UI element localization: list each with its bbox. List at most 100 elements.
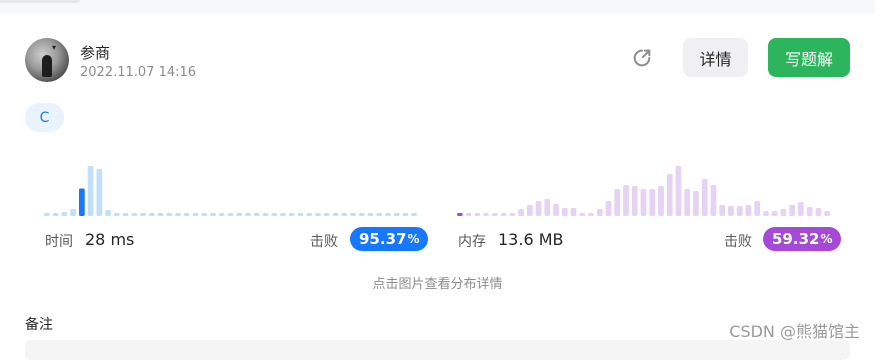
runtime-histogram-bar	[218, 213, 225, 216]
memory-histogram-bar	[509, 213, 516, 216]
runtime-histogram-bar	[376, 213, 383, 216]
notes-field[interactable]	[25, 340, 850, 360]
memory-histogram-bar	[483, 213, 489, 216]
memory-histogram-bar	[614, 189, 621, 216]
runtime-histogram-bar	[297, 213, 304, 216]
share-icon	[633, 49, 651, 67]
memory-histogram-bar	[701, 179, 708, 216]
runtime-histogram-bar	[227, 213, 234, 216]
memory-histogram-bar	[535, 201, 542, 216]
runtime-histogram-bar	[306, 213, 313, 216]
memory-histogram-bar	[500, 213, 507, 216]
runtime-beat-unit: %	[407, 232, 420, 246]
memory-histogram-bar	[693, 191, 699, 216]
memory-histogram-bar	[675, 166, 682, 216]
submission-timestamp: 2022.11.07 14:16	[80, 65, 197, 80]
watermark: CSDN @熊猫馆主	[729, 322, 860, 341]
memory-histogram-bar	[728, 206, 734, 216]
memory-histogram-bar	[526, 205, 533, 216]
memory-histogram-bar	[754, 201, 761, 216]
runtime-distribution-chart[interactable]	[44, 160, 420, 216]
runtime-beat-badge: 95.37%	[350, 227, 429, 251]
runtime-histogram-bar	[253, 213, 260, 216]
distribution-hint: 点击图片查看分布详情	[372, 277, 503, 292]
runtime-histogram-bar	[262, 213, 269, 216]
memory-histogram-bar	[824, 211, 830, 216]
memory-histogram-bar	[719, 205, 726, 216]
runtime-histogram-bar	[332, 213, 339, 216]
top-strip	[0, 0, 875, 14]
memory-histogram-bar	[771, 211, 778, 216]
memory-histogram-bar-highlighted	[457, 213, 463, 216]
language-tag[interactable]: C	[25, 103, 64, 132]
runtime-label: 时间	[45, 234, 73, 250]
avatar[interactable]: ▾	[25, 38, 69, 82]
runtime-histogram-bar	[105, 210, 111, 216]
runtime-histogram-bar	[323, 213, 330, 216]
share-button[interactable]	[628, 44, 656, 72]
top-tab-remnant	[0, 0, 80, 3]
details-button[interactable]: 详情	[683, 38, 748, 77]
runtime-histogram-bar	[280, 213, 286, 216]
runtime-histogram-bar	[148, 213, 155, 216]
runtime-histogram-bar	[166, 213, 173, 216]
runtime-histogram-bar	[367, 213, 374, 216]
write-solution-button[interactable]: 写题解	[768, 38, 850, 77]
memory-histogram-bar	[640, 189, 647, 216]
memory-histogram-bar	[561, 208, 568, 216]
memory-histogram-bar	[518, 209, 524, 216]
avatar-figure	[42, 55, 52, 77]
memory-histogram-bar	[658, 186, 664, 216]
memory-histogram-bar	[623, 185, 629, 216]
memory-histogram-bar	[596, 209, 603, 216]
runtime-beat-label: 击败	[310, 234, 338, 250]
notes-label: 备注	[25, 317, 53, 333]
runtime-histogram-bar	[315, 213, 321, 216]
memory-histogram-bar	[553, 204, 559, 216]
memory-histogram-bar	[474, 213, 481, 216]
memory-value: 13.6 MB	[498, 230, 564, 249]
memory-beat-label: 击败	[724, 234, 752, 250]
runtime-histogram-bar	[350, 213, 356, 216]
memory-histogram-bar	[798, 202, 804, 216]
memory-beat-unit: %	[820, 232, 833, 246]
runtime-value: 28 ms	[85, 230, 135, 249]
runtime-histogram-bar	[96, 169, 103, 216]
runtime-histogram-bar	[113, 213, 120, 216]
memory-histogram-bar	[491, 213, 498, 216]
memory-beat-badge: 59.32%	[763, 227, 842, 251]
bird-icon: ▾	[52, 43, 57, 52]
username[interactable]: 参商	[80, 42, 110, 63]
memory-histogram-bar	[745, 205, 752, 216]
memory-histogram-bar	[710, 185, 717, 216]
runtime-histogram-bar	[61, 212, 68, 216]
runtime-histogram-bar	[358, 213, 365, 216]
runtime-histogram-bar	[140, 213, 146, 216]
runtime-histogram-bar	[411, 213, 417, 216]
runtime-histogram-bar	[245, 213, 251, 216]
runtime-beat-number: 95.37	[359, 230, 407, 248]
runtime-histogram-bar	[70, 209, 76, 216]
runtime-histogram-bar	[157, 213, 164, 216]
memory-histogram-bar	[666, 174, 673, 216]
runtime-histogram-bar	[288, 213, 295, 216]
memory-histogram-bar	[579, 213, 586, 216]
runtime-histogram-bar	[201, 213, 208, 216]
runtime-histogram-bar	[341, 213, 348, 216]
runtime-histogram-bar	[236, 213, 243, 216]
memory-histogram-bar	[631, 186, 638, 216]
memory-histogram-bar	[570, 208, 577, 216]
runtime-histogram-bar	[175, 213, 181, 216]
memory-distribution-chart[interactable]	[457, 160, 833, 216]
memory-histogram-bar	[815, 208, 822, 216]
runtime-histogram-bar	[393, 213, 400, 216]
runtime-histogram-bar	[183, 213, 190, 216]
memory-histogram-bar	[684, 189, 691, 216]
runtime-histogram-bar	[210, 213, 216, 216]
runtime-histogram-bar	[192, 213, 199, 216]
memory-histogram-bar	[544, 199, 551, 216]
runtime-histogram-bar	[52, 213, 59, 216]
runtime-histogram-bar	[402, 213, 409, 216]
memory-histogram-bar	[780, 209, 787, 216]
runtime-histogram-bar	[44, 213, 50, 216]
